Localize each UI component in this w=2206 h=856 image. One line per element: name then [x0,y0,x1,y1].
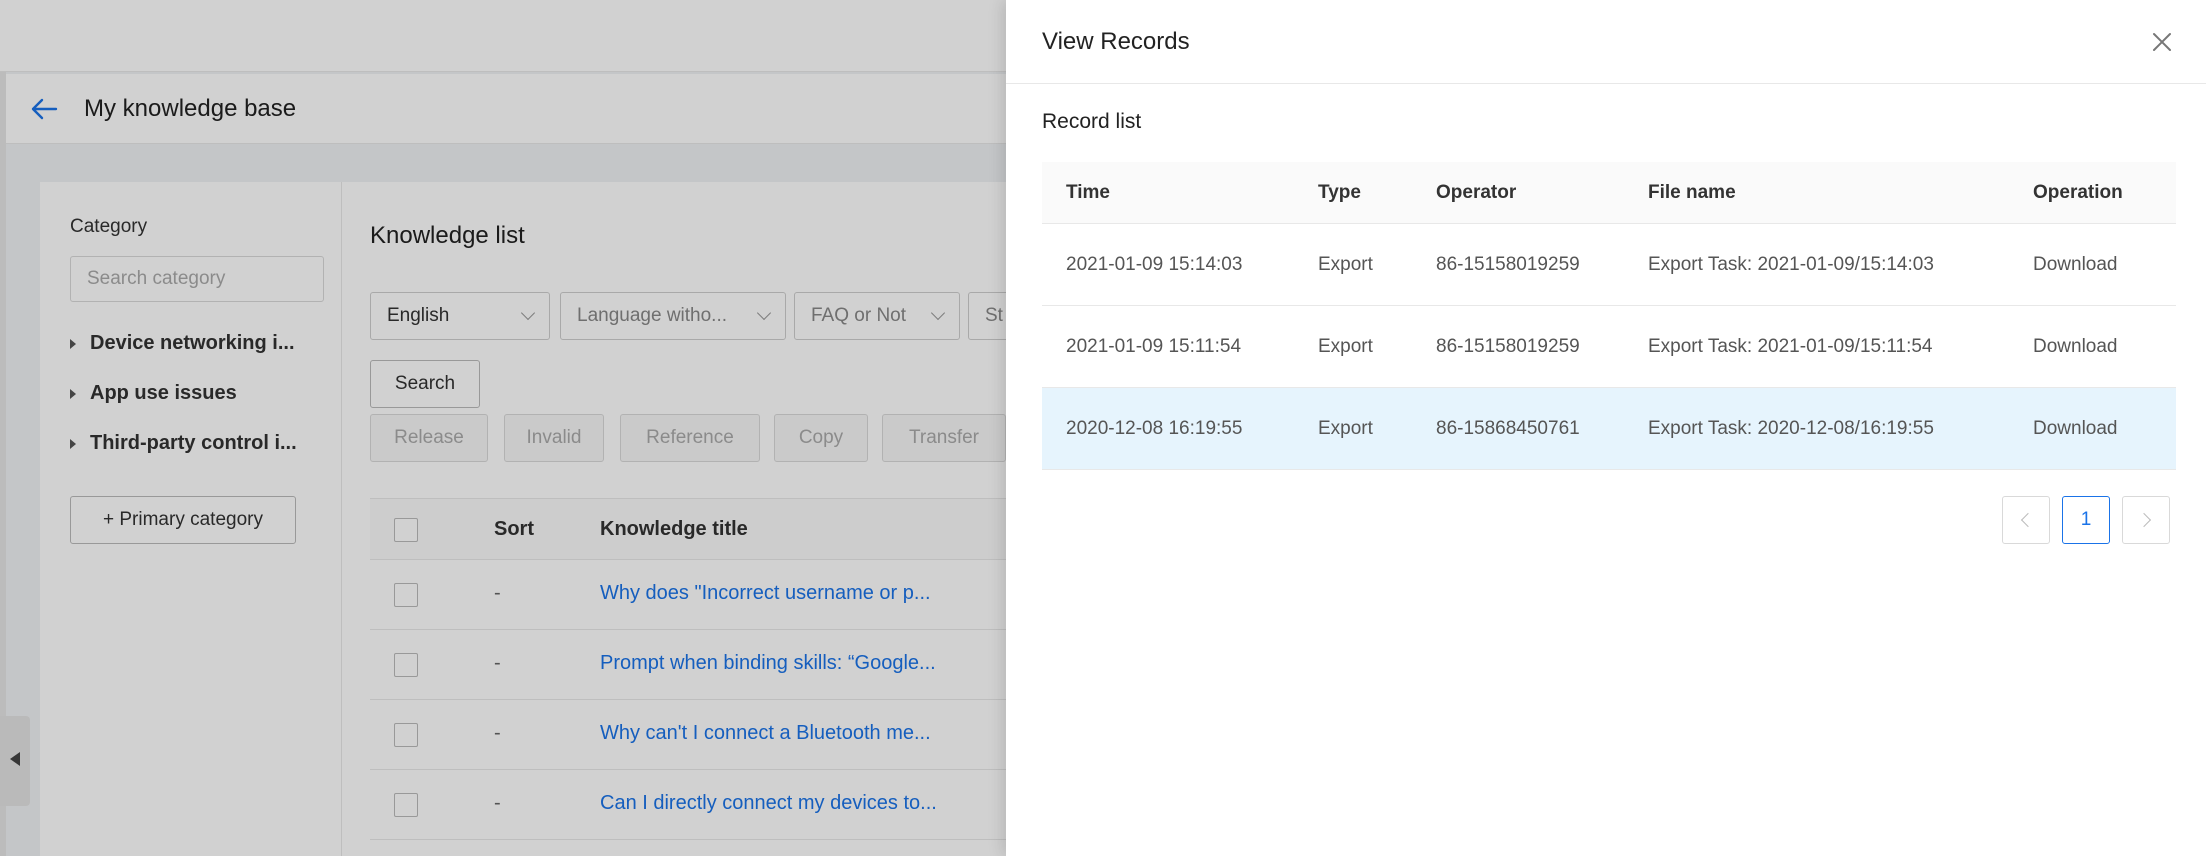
cell-file-name: Export Task: 2020-12-08/16:19:55 [1648,417,1934,439]
column-header-type: Type [1318,181,1361,203]
cell-file-name: Export Task: 2021-01-09/15:14:03 [1648,253,1934,275]
download-link[interactable]: Download [2033,388,2118,469]
record-list-title: Record list [1042,110,1142,133]
drawer-header: View Records [1006,0,2206,84]
drawer-title: View Records [1042,28,1190,55]
cell-type: Export [1318,335,1373,357]
page-1-button[interactable]: 1 [2062,496,2110,544]
table-header: Time Type Operator File name Operation [1042,162,2176,224]
cell-type: Export [1318,417,1373,439]
cell-time: 2020-12-08 16:19:55 [1066,417,1243,439]
download-link[interactable]: Download [2033,306,2118,387]
chevron-left-icon [2020,512,2036,528]
download-link[interactable]: Download [2033,224,2118,305]
table-row: 2021-01-09 15:11:54 Export 86-1515801925… [1042,306,2176,388]
record-table: Time Type Operator File name Operation 2… [1042,162,2176,470]
cell-time: 2021-01-09 15:14:03 [1066,253,1243,275]
cell-operator: 86-15158019259 [1436,335,1580,357]
prev-page-button[interactable] [2002,496,2050,544]
cell-time: 2021-01-09 15:11:54 [1066,335,1242,357]
column-header-file-name: File name [1648,181,1736,203]
column-header-operation: Operation [2033,181,2123,203]
cell-type: Export [1318,253,1373,275]
cell-file-name: Export Task: 2021-01-09/15:11:54 [1648,335,1933,357]
cell-operator: 86-15868450761 [1436,417,1580,439]
cell-operator: 86-15158019259 [1436,253,1580,275]
table-row: 2021-01-09 15:14:03 Export 86-1515801925… [1042,224,2176,306]
next-page-button[interactable] [2122,496,2170,544]
chevron-right-icon [2136,512,2152,528]
table-row: 2020-12-08 16:19:55 Export 86-1586845076… [1042,388,2176,470]
view-records-drawer: View Records Record list Time Type Opera… [1006,0,2206,856]
close-icon[interactable] [2148,28,2176,56]
column-header-operator: Operator [1436,181,1517,203]
column-header-time: Time [1066,181,1111,203]
